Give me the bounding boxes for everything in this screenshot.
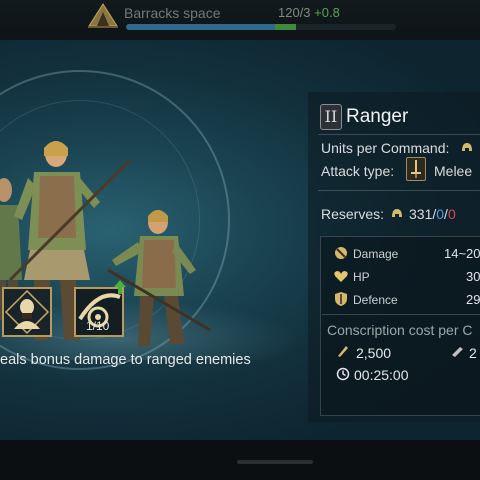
- damage-value: 14~20: [444, 246, 480, 261]
- shield-icon: [335, 292, 347, 306]
- barracks-space-progress: [126, 24, 396, 30]
- attack-type-label: Attack type:: [321, 163, 395, 179]
- barracks-space-bar: Barracks space 120/3 +0.8: [0, 0, 480, 38]
- unit-info-screen: Barracks space 120/3 +0.8 1/10 eals bonu…: [0, 0, 480, 480]
- wood-cost: 2: [469, 345, 477, 361]
- upgrade-arrow-icon[interactable]: [114, 280, 126, 294]
- reserves-value: 331/0/0: [409, 206, 456, 222]
- hp-value: 30: [466, 269, 480, 284]
- hp-label: HP: [353, 270, 370, 284]
- melee-sword-icon: [406, 157, 426, 181]
- bonus-description: eals bonus damage to ranged enemies: [0, 352, 251, 368]
- helmet-icon: [392, 209, 402, 217]
- wood-icon: [452, 347, 463, 357]
- unit-name: Ranger: [346, 106, 409, 127]
- clock-icon: [336, 367, 350, 381]
- skill-level: 1/10: [86, 319, 110, 333]
- conscription-time: 00:25:00: [354, 367, 409, 383]
- defence-value: 29: [466, 292, 480, 307]
- barracks-space-added-fill: [274, 24, 297, 30]
- bow-target-skill-button[interactable]: 1/10: [74, 287, 124, 337]
- food-cost: 2,500: [356, 345, 392, 361]
- food-icon: [338, 346, 348, 357]
- damage-label: Damage: [353, 247, 399, 261]
- reserves-label: Reserves:: [321, 206, 385, 222]
- damage-icon: [335, 247, 347, 259]
- tent-icon: [88, 3, 118, 28]
- barracks-space-label: Barracks space: [124, 5, 221, 21]
- title-divider: [318, 134, 480, 135]
- cavalry-leader-skill-button[interactable]: [2, 287, 52, 337]
- cavalry-leader-icon: [4, 289, 50, 335]
- barracks-space-fill: [126, 24, 275, 30]
- stats-divider: [322, 314, 480, 315]
- defence-label: Defence: [353, 293, 398, 307]
- barracks-space-count: 120/3 +0.8: [278, 5, 340, 20]
- info-divider: [318, 190, 480, 191]
- bottom-bar: [0, 440, 480, 480]
- units-per-command-label: Units per Command:: [321, 140, 450, 156]
- unit-class-badge: II: [320, 104, 342, 130]
- conscription-cost-title: Conscription cost per C: [327, 322, 473, 338]
- drag-handle[interactable]: [237, 460, 313, 464]
- helmet-icon: [462, 143, 472, 151]
- attack-type-value: Melee: [434, 163, 473, 179]
- heart-icon: [334, 271, 348, 282]
- unit-class-numeral: II: [324, 107, 338, 126]
